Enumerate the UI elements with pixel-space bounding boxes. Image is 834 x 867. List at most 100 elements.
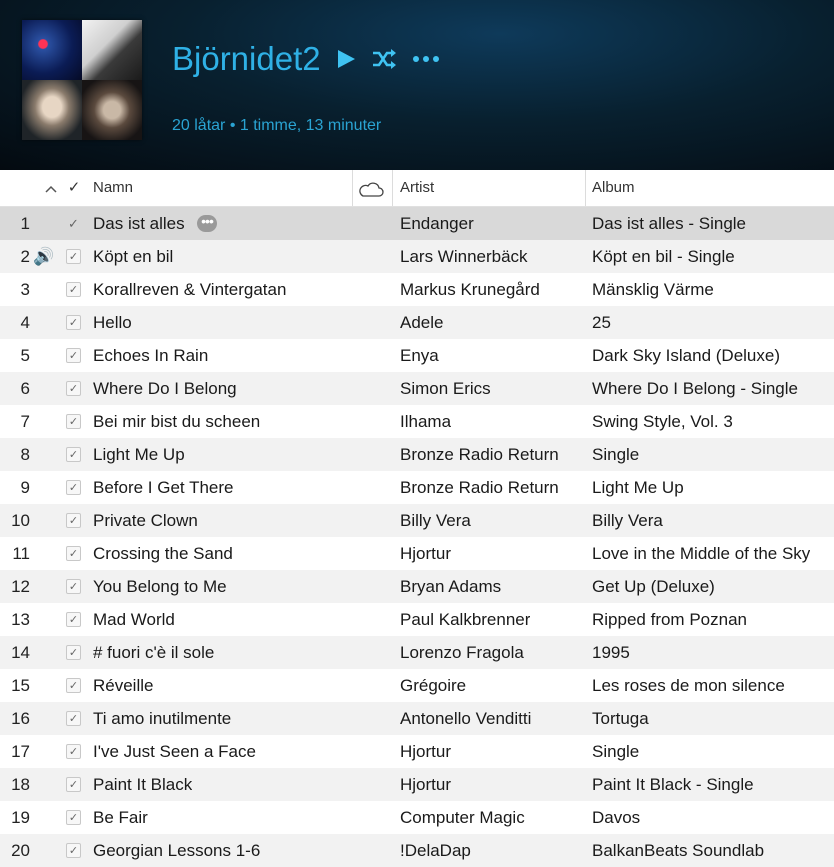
track-row[interactable]: 5 ✓ Echoes In Rain Enya Dark Sky Island (Del… — [0, 339, 834, 372]
track-checkbox[interactable]: ✓ — [66, 216, 81, 231]
track-checkbox[interactable]: ✓ — [66, 282, 81, 297]
track-album: Single — [592, 742, 640, 761]
track-name: Korallreven & Vintergatan — [93, 280, 287, 299]
track-row[interactable]: 3 ✓ Korallreven & Vintergatan Markus Kruneg… — [0, 273, 834, 306]
track-album: Love in the Middle of the Sky — [592, 544, 811, 563]
album-art-tile — [82, 80, 142, 140]
track-checkbox[interactable]: ✓ — [66, 579, 81, 594]
check-column-header[interactable]: ✓ — [66, 170, 82, 206]
track-more-button[interactable]: ••• — [197, 214, 217, 232]
track-checkbox[interactable]: ✓ — [66, 645, 81, 660]
track-checkbox[interactable]: ✓ — [66, 381, 81, 396]
track-checkbox[interactable]: ✓ — [66, 249, 81, 264]
track-name: Crossing the Sand — [93, 544, 233, 563]
track-checkbox[interactable]: ✓ — [66, 513, 81, 528]
track-checkbox[interactable]: ✓ — [66, 546, 81, 561]
track-row[interactable]: 2 🔊 ✓ Köpt en bil Lars Winnerbäck Köpt en bil… — [0, 240, 834, 273]
album-column-header[interactable]: Album — [592, 170, 635, 206]
playlist-summary: 20 låtar • 1 timme, 13 minuter — [172, 117, 382, 134]
track-album: Tortuga — [592, 709, 649, 728]
track-row[interactable]: 12 ✓ You Belong to Me Bryan Adams Get Up (De… — [0, 570, 834, 603]
cloud-column-header[interactable] — [358, 181, 384, 201]
track-number: 16 — [11, 709, 30, 728]
track-row[interactable]: 11 ✓ Crossing the Sand Hjortur Love in the M… — [0, 537, 834, 570]
playlist-title[interactable]: Björnidet2 — [172, 40, 321, 78]
column-divider[interactable] — [392, 170, 393, 206]
track-number: 7 — [20, 412, 30, 431]
track-number: 17 — [11, 742, 30, 761]
track-row[interactable]: 18 ✓ Paint It Black Hjortur Paint It Black -… — [0, 768, 834, 801]
name-column-header[interactable]: Namn — [93, 170, 133, 206]
track-artist: Hjortur — [400, 544, 452, 563]
track-checkbox[interactable]: ✓ — [66, 843, 81, 858]
track-artist: Markus Krunegård — [400, 280, 540, 299]
sort-order-column[interactable] — [42, 170, 60, 206]
track-row[interactable]: 4 ✓ Hello Adele 25 — [0, 306, 834, 339]
track-checkbox[interactable]: ✓ — [66, 612, 81, 627]
track-name: Paint It Black — [93, 775, 193, 794]
track-row[interactable]: 17 ✓ I've Just Seen a Face Hjortur Single — [0, 735, 834, 768]
playlist-header: Björnidet2 20 låtar • 1 timme, 13 minute… — [0, 0, 834, 170]
shuffle-icon — [372, 49, 396, 69]
track-checkbox[interactable]: ✓ — [66, 480, 81, 495]
track-album: Light Me Up — [592, 478, 684, 497]
play-button[interactable] — [335, 48, 357, 70]
playlist-title-row: Björnidet2 — [172, 40, 441, 78]
track-album: Paint It Black - Single — [592, 775, 754, 794]
track-checkbox[interactable]: ✓ — [66, 711, 81, 726]
track-artist: Antonello Venditti — [400, 709, 532, 728]
track-artist: Lars Winnerbäck — [400, 247, 528, 266]
track-checkbox[interactable]: ✓ — [66, 348, 81, 363]
track-album: 25 — [592, 313, 611, 332]
track-name: Georgian Lessons 1-6 — [93, 841, 261, 860]
speaker-icon: 🔊 — [33, 247, 55, 266]
track-row[interactable]: 9 ✓ Before I Get There Bronze Radio Return L… — [0, 471, 834, 504]
track-list: 1 ✓ Das ist alles ••• Endanger Das ist alles … — [0, 207, 834, 867]
track-album: Das ist alles - Single — [592, 214, 747, 233]
track-row[interactable]: 20 ✓ Georgian Lessons 1-6 !DelaDap BalkanBea… — [0, 834, 834, 867]
track-artist: Computer Magic — [400, 808, 525, 827]
track-checkbox[interactable]: ✓ — [66, 744, 81, 759]
playlist-artwork[interactable] — [22, 20, 142, 140]
track-row[interactable]: 1 ✓ Das ist alles ••• Endanger Das ist alles … — [0, 207, 834, 240]
track-name: Mad World — [93, 610, 175, 629]
track-artist: Adele — [400, 313, 444, 332]
track-number: 3 — [20, 280, 30, 299]
track-artist: Ilhama — [400, 412, 452, 431]
track-album: Les roses de mon silence — [592, 676, 785, 695]
track-row[interactable]: 15 ✓ Réveille Grégoire Les roses de mon sile… — [0, 669, 834, 702]
track-number: 4 — [20, 313, 30, 332]
track-checkbox[interactable]: ✓ — [66, 810, 81, 825]
more-options-button[interactable] — [411, 54, 441, 64]
track-checkbox[interactable]: ✓ — [66, 447, 81, 462]
column-divider[interactable] — [585, 170, 586, 206]
track-name: You Belong to Me — [93, 577, 227, 596]
track-row[interactable]: 8 ✓ Light Me Up Bronze Radio Return Single — [0, 438, 834, 471]
track-album: Where Do I Belong - Single — [592, 379, 798, 398]
track-number: 18 — [11, 775, 30, 794]
track-artist: Bronze Radio Return — [400, 445, 559, 464]
track-row[interactable]: 13 ✓ Mad World Paul Kalkbrenner Ripped from … — [0, 603, 834, 636]
track-album: Get Up (Deluxe) — [592, 577, 715, 596]
track-artist: Enya — [400, 346, 439, 365]
track-number: 9 — [20, 478, 30, 497]
track-row[interactable]: 6 ✓ Where Do I Belong Simon Erics Where Do I… — [0, 372, 834, 405]
track-row[interactable]: 10 ✓ Private Clown Billy Vera Billy Vera — [0, 504, 834, 537]
artist-column-header[interactable]: Artist — [400, 170, 434, 206]
track-album: Single — [592, 445, 640, 464]
track-checkbox[interactable]: ✓ — [66, 678, 81, 693]
track-row[interactable]: 19 ✓ Be Fair Computer Magic Davos — [0, 801, 834, 834]
album-art-tile — [22, 80, 82, 140]
track-row[interactable]: 14 ✓ # fuori c'è il sole Lorenzo Fragola 199… — [0, 636, 834, 669]
column-divider[interactable] — [352, 170, 353, 206]
track-row[interactable]: 16 ✓ Ti amo inutilmente Antonello Venditti T… — [0, 702, 834, 735]
track-checkbox[interactable]: ✓ — [66, 777, 81, 792]
track-checkbox[interactable]: ✓ — [66, 315, 81, 330]
track-name: # fuori c'è il sole — [93, 643, 215, 662]
track-name: Köpt en bil — [93, 247, 174, 266]
track-row[interactable]: 7 ✓ Bei mir bist du scheen Ilhama Swing Styl… — [0, 405, 834, 438]
shuffle-button[interactable] — [371, 48, 397, 70]
track-number: 15 — [11, 676, 30, 695]
track-checkbox[interactable]: ✓ — [66, 414, 81, 429]
track-number: 19 — [11, 808, 30, 827]
